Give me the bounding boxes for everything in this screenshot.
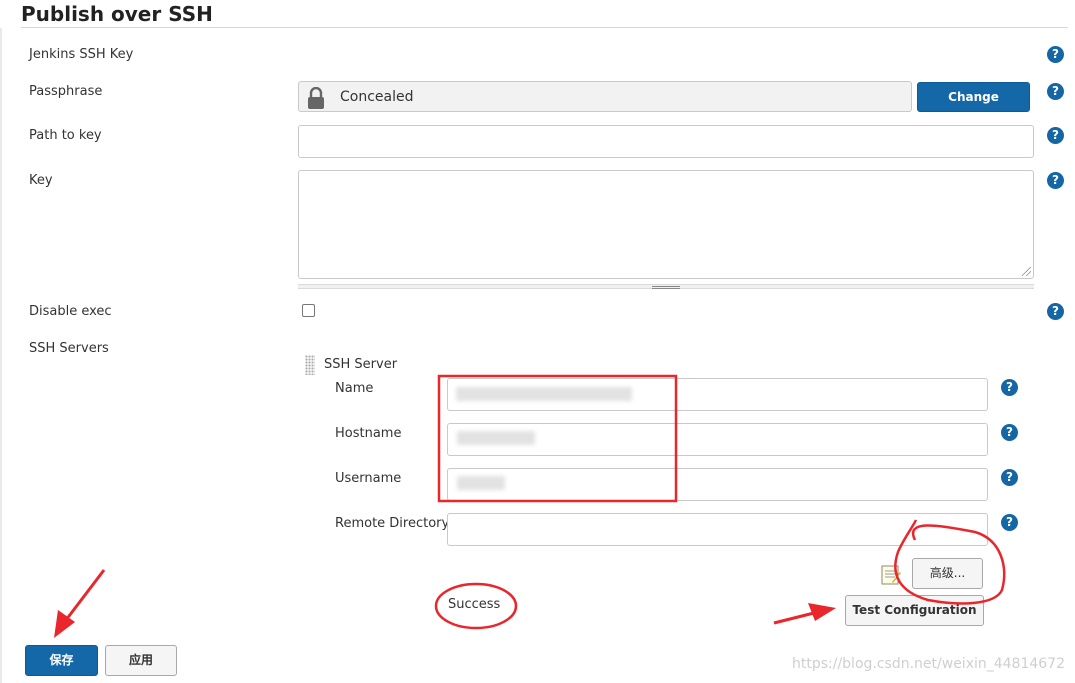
grip-icon <box>652 286 680 287</box>
hostname-label: Hostname <box>335 426 402 441</box>
redacted-value <box>457 476 505 490</box>
username-input[interactable] <box>447 468 988 501</box>
remote-directory-label: Remote Directory <box>335 516 450 531</box>
help-icon[interactable]: ? <box>1001 469 1018 486</box>
help-icon[interactable]: ? <box>1001 514 1018 531</box>
path-to-key-label: Path to key <box>29 128 102 143</box>
annotation-arrow <box>64 569 106 621</box>
ssh-servers-label: SSH Servers <box>29 341 109 356</box>
jenkins-ssh-key-label: Jenkins SSH Key <box>29 47 134 62</box>
help-icon[interactable]: ? <box>1047 172 1064 189</box>
hostname-input[interactable] <box>447 423 988 456</box>
remote-directory-input[interactable] <box>447 513 988 546</box>
help-icon[interactable]: ? <box>1047 83 1064 100</box>
resize-grip-icon[interactable] <box>1022 267 1031 276</box>
server-name-label: Name <box>335 381 374 396</box>
server-name-input[interactable] <box>447 378 988 411</box>
help-icon[interactable]: ? <box>1047 303 1064 320</box>
test-result-text: Success <box>448 597 501 612</box>
key-label: Key <box>29 173 53 188</box>
redacted-value <box>456 387 632 401</box>
section-divider <box>21 27 1068 28</box>
lock-icon <box>308 87 324 109</box>
annotation-arrowhead <box>54 610 75 638</box>
help-icon[interactable]: ? <box>1047 127 1064 144</box>
help-icon[interactable]: ? <box>1047 46 1064 63</box>
section-title: Publish over SSH <box>21 2 213 26</box>
passphrase-value: Concealed <box>340 89 414 105</box>
watermark: https://blog.csdn.net/weixin_44814672 <box>791 656 1065 672</box>
apply-button[interactable]: 应用 <box>105 645 177 676</box>
disable-exec-checkbox[interactable] <box>302 304 315 317</box>
notepad-icon <box>881 565 901 585</box>
key-textarea[interactable] <box>298 170 1034 279</box>
textarea-resize-bar[interactable] <box>298 284 1034 289</box>
left-border <box>0 28 2 683</box>
help-icon[interactable]: ? <box>1001 424 1018 441</box>
help-icon[interactable]: ? <box>1001 379 1018 396</box>
drag-handle-icon[interactable] <box>305 355 315 375</box>
username-label: Username <box>335 471 402 486</box>
ssh-server-header: SSH Server <box>324 357 398 372</box>
passphrase-label: Passphrase <box>29 84 103 99</box>
disable-exec-label: Disable exec <box>29 304 112 319</box>
annotation-arrowhead <box>808 603 836 621</box>
change-password-button[interactable]: Change Password <box>917 82 1030 132</box>
advanced-button[interactable]: 高级... <box>912 558 983 589</box>
test-configuration-button[interactable]: Test Configuration <box>845 595 984 626</box>
path-to-key-input[interactable] <box>298 125 1034 158</box>
save-button[interactable]: 保存 <box>25 645 98 676</box>
annotation-arrow <box>773 610 819 625</box>
redacted-value <box>457 431 535 445</box>
passphrase-field[interactable]: Concealed <box>298 81 912 112</box>
